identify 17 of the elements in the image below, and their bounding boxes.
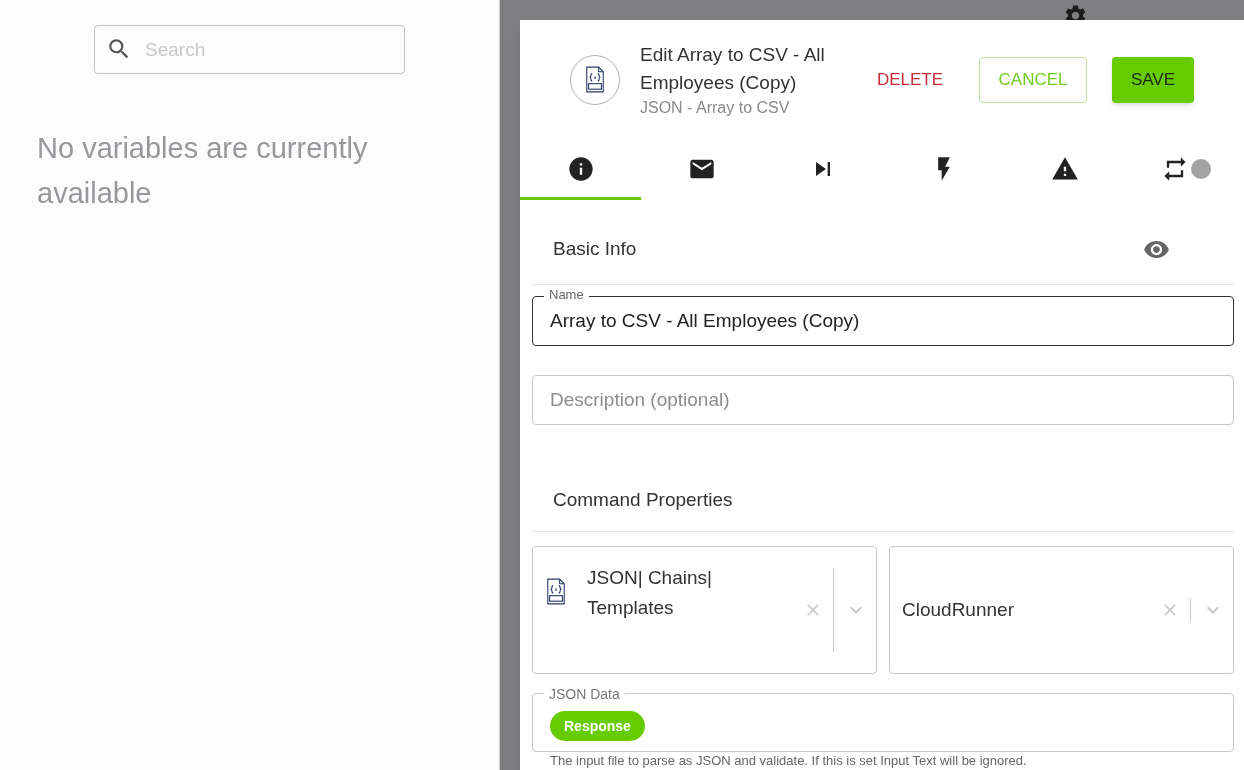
section-title: Basic Info xyxy=(553,236,637,261)
description-field[interactable]: Description (optional) xyxy=(532,375,1234,425)
select-value: CloudRunner xyxy=(902,597,1015,622)
json-file-icon xyxy=(584,66,606,94)
dialog-title: Edit Array to CSV - All Employees (Copy) xyxy=(640,43,826,95)
delete-button[interactable]: DELETE xyxy=(870,57,950,103)
section-title: Command Properties xyxy=(553,487,733,512)
help-text: The input file to parse as JSON and validate. If this is set Input Text will be ignored. xyxy=(550,753,1028,768)
info-icon xyxy=(566,154,595,183)
dialog-subtitle: JSON - Array to CSV xyxy=(640,98,791,118)
empty-message: No variables are currently available xyxy=(37,131,369,211)
json-file-icon xyxy=(545,577,567,607)
select-value: JSON| Chains| Templates xyxy=(587,566,713,620)
select-field[interactable]: JSON| Chains| Templates xyxy=(532,546,877,674)
field-label: JSON Data xyxy=(544,686,625,702)
save-button[interactable]: SAVE xyxy=(1112,57,1194,103)
select-field[interactable]: CloudRunner xyxy=(889,546,1234,674)
